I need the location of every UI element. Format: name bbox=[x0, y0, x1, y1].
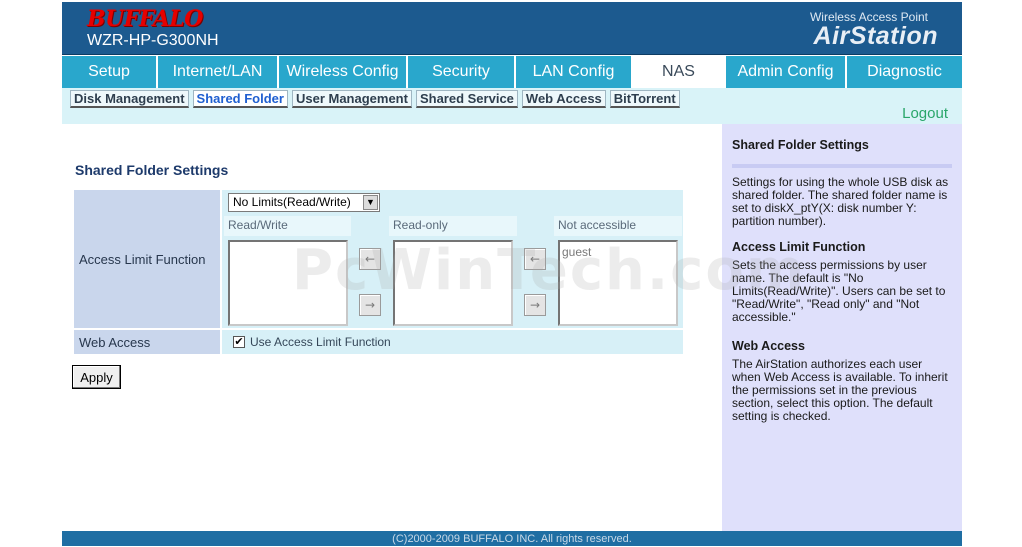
move-left-arrow-icon[interactable]: ← bbox=[359, 248, 381, 270]
help-divider bbox=[732, 164, 952, 168]
column-header-not-accessible: Not accessible bbox=[554, 216, 682, 236]
main-content: Shared Folder Settings Access Limit Func… bbox=[62, 124, 722, 531]
tab-diagnostic[interactable]: Diagnostic bbox=[847, 56, 962, 88]
chevron-down-icon[interactable]: ▼ bbox=[363, 195, 378, 210]
tab-nas[interactable]: NAS bbox=[633, 56, 726, 88]
not-accessible-list[interactable]: guest bbox=[558, 240, 678, 326]
tab-internet-lan[interactable]: Internet/LAN bbox=[158, 56, 279, 88]
model-name: WZR-HP-G300NH bbox=[87, 32, 219, 49]
read-write-list[interactable] bbox=[228, 240, 348, 326]
access-limit-select[interactable]: No Limits(Read/Write) ▼ bbox=[228, 193, 380, 212]
help-panel: Shared Folder Settings Settings for usin… bbox=[722, 124, 962, 531]
move-right-arrow-icon[interactable]: → bbox=[359, 294, 381, 316]
brand-logo: BUFFALO bbox=[87, 6, 203, 32]
column-header-read-write: Read/Write bbox=[224, 216, 351, 236]
access-limit-select-value: No Limits(Read/Write) bbox=[233, 195, 351, 209]
help-title: Shared Folder Settings bbox=[732, 138, 869, 152]
move-right-arrow-icon[interactable]: → bbox=[524, 294, 546, 316]
help-web-text: The AirStation authorizes each user when… bbox=[732, 357, 948, 423]
web-access-checkbox-label[interactable]: Use Access Limit Function bbox=[250, 335, 391, 349]
subtab-user-management[interactable]: User Management bbox=[291, 90, 412, 108]
subtab-disk-management[interactable]: Disk Management bbox=[70, 90, 189, 108]
footer-copyright: (C)2000-2009 BUFFALO INC. All rights res… bbox=[62, 531, 962, 546]
subtab-shared-folder[interactable]: Shared Folder bbox=[192, 90, 288, 108]
list-item[interactable]: guest bbox=[562, 245, 674, 259]
tab-lan-config[interactable]: LAN Config bbox=[516, 56, 633, 88]
tab-setup[interactable]: Setup bbox=[62, 56, 158, 88]
subtab-bittorrent[interactable]: BitTorrent bbox=[609, 90, 680, 108]
help-web-heading: Web Access bbox=[732, 339, 805, 353]
web-access-cell: ✔ Use Access Limit Function bbox=[222, 330, 683, 354]
web-access-checkbox[interactable]: ✔ bbox=[233, 336, 245, 348]
help-access-heading: Access Limit Function bbox=[732, 240, 866, 254]
tab-wireless-config[interactable]: Wireless Config bbox=[279, 56, 408, 88]
read-only-list[interactable] bbox=[393, 240, 513, 326]
sub-nav: Disk Management Shared Folder User Manag… bbox=[70, 90, 684, 108]
main-nav: Setup Internet/LAN Wireless Config Secur… bbox=[62, 56, 962, 88]
access-limit-label: Access Limit Function bbox=[74, 190, 220, 328]
product-logo: AirStation bbox=[813, 22, 938, 50]
subtab-shared-service[interactable]: Shared Service bbox=[415, 90, 518, 108]
page-title: Shared Folder Settings bbox=[75, 162, 229, 178]
move-left-arrow-icon[interactable]: ← bbox=[524, 248, 546, 270]
logout-link[interactable]: Logout bbox=[902, 105, 948, 122]
web-access-label: Web Access bbox=[74, 330, 220, 354]
access-limit-cell: No Limits(Read/Write) ▼ Read/Write Read-… bbox=[222, 190, 683, 328]
help-access-text: Sets the access permissions by user name… bbox=[732, 258, 946, 324]
tab-admin-config[interactable]: Admin Config bbox=[726, 56, 847, 88]
header-banner: BUFFALO WZR-HP-G300NH Wireless Access Po… bbox=[62, 2, 962, 55]
column-header-read-only: Read-only bbox=[389, 216, 517, 236]
subtab-web-access[interactable]: Web Access bbox=[521, 90, 606, 108]
apply-button[interactable]: Apply bbox=[72, 365, 121, 389]
help-intro: Settings for using the whole USB disk as… bbox=[732, 175, 949, 228]
sub-nav-area: Disk Management Shared Folder User Manag… bbox=[62, 88, 962, 124]
router-admin-page: BUFFALO WZR-HP-G300NH Wireless Access Po… bbox=[62, 0, 962, 546]
tab-security[interactable]: Security bbox=[408, 56, 516, 88]
